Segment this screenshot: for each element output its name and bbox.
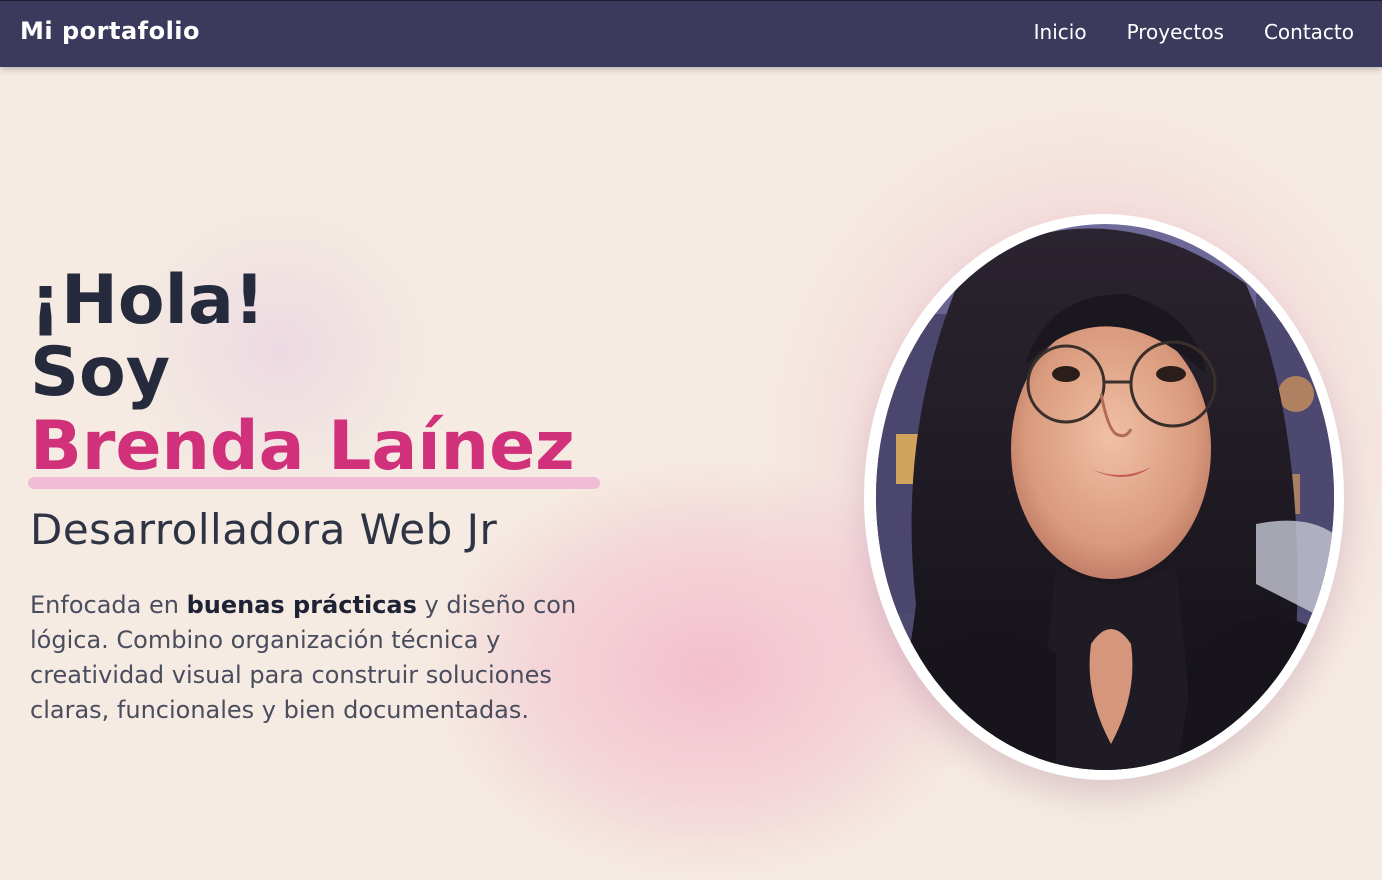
nav-link-proyectos[interactable]: Proyectos: [1127, 20, 1224, 44]
nav-links: Inicio Proyectos Contacto: [1034, 20, 1354, 44]
greeting-line: ¡Hola!: [30, 261, 265, 340]
top-navbar: Mi portafolio Inicio Proyectos Contacto: [0, 0, 1382, 67]
desc-part-1: Enfocada en: [30, 591, 187, 619]
hero-name: Brenda Laínez: [30, 407, 575, 486]
site-brand[interactable]: Mi portafolio: [20, 17, 200, 45]
name-wrap: Brenda Laínez: [28, 411, 600, 489]
avatar: [876, 224, 1334, 770]
desc-bold: buenas prácticas: [186, 591, 417, 619]
intro-line: Soy: [30, 333, 171, 412]
hero-section: ¡Hola! Soy Brenda Laínez Desarrolladora …: [28, 261, 650, 752]
nav-link-inicio[interactable]: Inicio: [1034, 20, 1087, 44]
avatar-illustration-icon: [876, 224, 1334, 770]
hero-heading: ¡Hola! Soy Brenda Laínez: [28, 261, 650, 489]
nav-link-contacto[interactable]: Contacto: [1264, 20, 1354, 44]
hero-description: Enfocada en buenas prácticas y diseño co…: [30, 588, 620, 728]
hero-role: Desarrolladora Web Jr: [30, 505, 498, 554]
